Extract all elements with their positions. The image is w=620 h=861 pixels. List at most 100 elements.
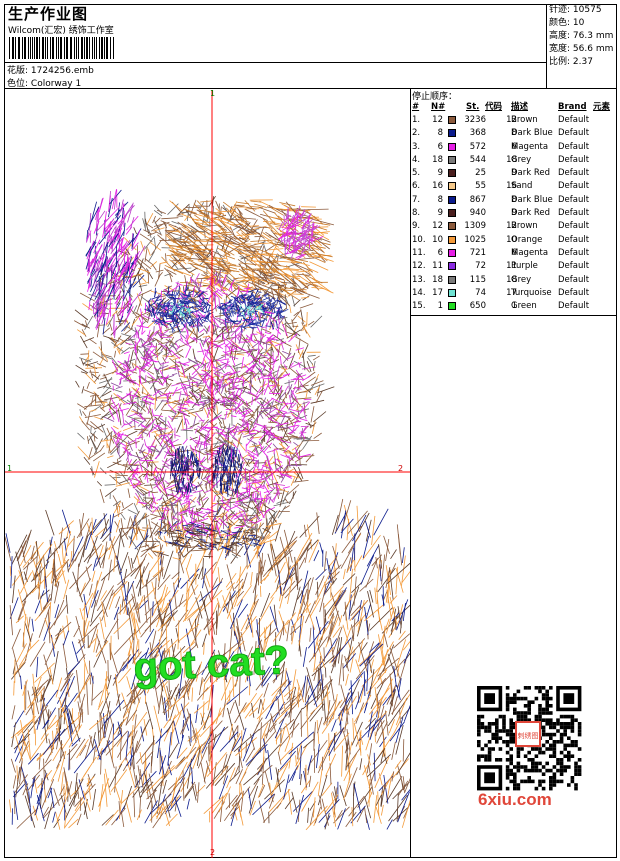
cell-index: 14. (412, 287, 426, 298)
stat-colors: 颜色: 10 (549, 18, 585, 28)
cell-index: 11. (412, 247, 426, 258)
cell-stitches: 867 (469, 194, 486, 205)
cell-needle: 18 (432, 274, 443, 285)
color-swatch (448, 222, 456, 231)
cell-brand: Default (558, 274, 590, 285)
embroidery-canvas: got cat? (5, 90, 410, 858)
col-element: 元素 (593, 102, 611, 112)
color-swatch (448, 248, 456, 257)
cell-index: 10. (412, 234, 426, 245)
page-subtitle: Wilcom(汇宏) 绣饰工作室 (8, 26, 114, 36)
embroidery-artwork: got cat? (5, 90, 410, 858)
stat-height: 高度: 76.3 mm (549, 31, 614, 41)
table-row: 1. 12 3236 12 Brown Default (411, 114, 617, 127)
cell-brand: Default (558, 208, 590, 219)
cell-description: Green (511, 301, 537, 312)
cell-brand: Default (558, 247, 590, 258)
barcode (9, 37, 141, 59)
cell-index: 5. (412, 168, 421, 179)
table-row: 2. 8 368 8 Dark Blue Default (411, 127, 617, 140)
table-row: 9. 12 1309 12 Brown Default (411, 220, 617, 233)
cell-stitches: 1025 (464, 234, 486, 245)
cell-index: 15. (412, 301, 426, 312)
cell-needle: 8 (437, 194, 443, 205)
cell-index: 8. (412, 208, 421, 219)
cell-stitches: 721 (469, 247, 486, 258)
cell-stitches: 115 (469, 274, 486, 285)
col-code: 代码 (485, 102, 503, 112)
cell-stitches: 1309 (464, 221, 486, 232)
cell-description: Purple (511, 261, 538, 272)
cell-brand: Default (558, 128, 590, 139)
cell-index: 4. (412, 154, 421, 165)
color-swatch (448, 302, 456, 311)
cell-description: Magenta (511, 141, 549, 152)
cell-needle: 17 (432, 287, 443, 298)
cell-needle: 18 (432, 154, 443, 165)
cell-description: Dark Blue (511, 194, 553, 205)
axis-label-left: 1 (7, 464, 13, 473)
cell-description: Grey (511, 154, 532, 165)
cell-needle: 9 (437, 168, 443, 179)
stats-divider (546, 4, 547, 88)
color-swatch (448, 129, 456, 138)
color-swatch (448, 275, 456, 284)
cell-description: Sand (511, 181, 533, 192)
cell-description: Brown (511, 115, 538, 125)
color-swatch (448, 209, 456, 218)
cell-brand: Default (558, 234, 590, 245)
cell-needle: 12 (432, 221, 443, 232)
header-divider (4, 88, 617, 89)
cell-needle: 1 (437, 301, 443, 312)
col-description: 描述 (511, 102, 529, 112)
table-row: 8. 9 940 9 Dark Red Default (411, 207, 617, 220)
col-needle: N# (431, 102, 446, 112)
design-stats: 针迹: 10575 颜色: 10 高度: 76.3 mm 宽度: 56.6 mm… (549, 4, 615, 69)
design-name-line: 花版: 1724256.emb (7, 63, 94, 76)
col-brand: Brand (558, 102, 587, 112)
cell-index: 7. (412, 194, 421, 205)
axis-label-top: 1 (210, 89, 216, 98)
cell-needle: 11 (432, 261, 443, 272)
color-swatch (448, 169, 456, 178)
cell-needle: 8 (437, 128, 443, 139)
table-header: # N# St. 代码 描述 Brand 元素 (411, 101, 617, 114)
table-row: 12. 11 72 11 Purple Default (411, 260, 617, 273)
watermark-text: 6xiu.com (478, 790, 552, 809)
cell-needle: 10 (432, 234, 443, 245)
cell-stitches: 74 (475, 287, 486, 298)
design-name-label: 花版: (7, 66, 29, 76)
cell-stitches: 650 (469, 301, 486, 312)
col-stitches: St. (466, 102, 480, 112)
cell-description: Grey (511, 274, 532, 285)
cell-stitches: 940 (469, 208, 486, 219)
cell-brand: Default (558, 301, 590, 312)
cell-description: Magenta (511, 247, 549, 258)
cell-index: 2. (412, 128, 421, 139)
cell-brand: Default (558, 221, 590, 232)
stitch-layer (5, 189, 410, 831)
color-swatch (448, 235, 456, 244)
cell-description: Dark Blue (511, 128, 553, 139)
stat-stitches: 针迹: 10575 (549, 5, 602, 15)
col-index: # (412, 102, 420, 112)
color-swatch (448, 142, 456, 151)
colorway-label: 色位: (7, 79, 29, 89)
cell-description: Orange (511, 234, 543, 245)
table-row: 4. 18 544 18 Grey Default (411, 154, 617, 167)
cell-needle: 16 (432, 181, 443, 192)
table-row: 13. 18 115 18 Grey Default (411, 274, 617, 287)
cell-description: Dark Red (511, 208, 551, 219)
table-row: 7. 8 867 8 Dark Blue Default (411, 194, 617, 207)
axis-label-right: 2 (398, 464, 404, 473)
cell-needle: 9 (437, 208, 443, 219)
cell-brand: Default (558, 194, 590, 205)
cell-stitches: 3236 (464, 115, 486, 125)
cell-index: 9. (412, 221, 421, 232)
cell-brand: Default (558, 168, 590, 179)
table-row: 6. 16 55 16 Sand Default (411, 180, 617, 193)
cell-stitches: 544 (469, 154, 486, 165)
cell-brand: Default (558, 141, 590, 152)
design-name-value: 1724256.emb (30, 66, 94, 76)
table-row: 15. 1 650 1 Green Default (411, 300, 617, 313)
